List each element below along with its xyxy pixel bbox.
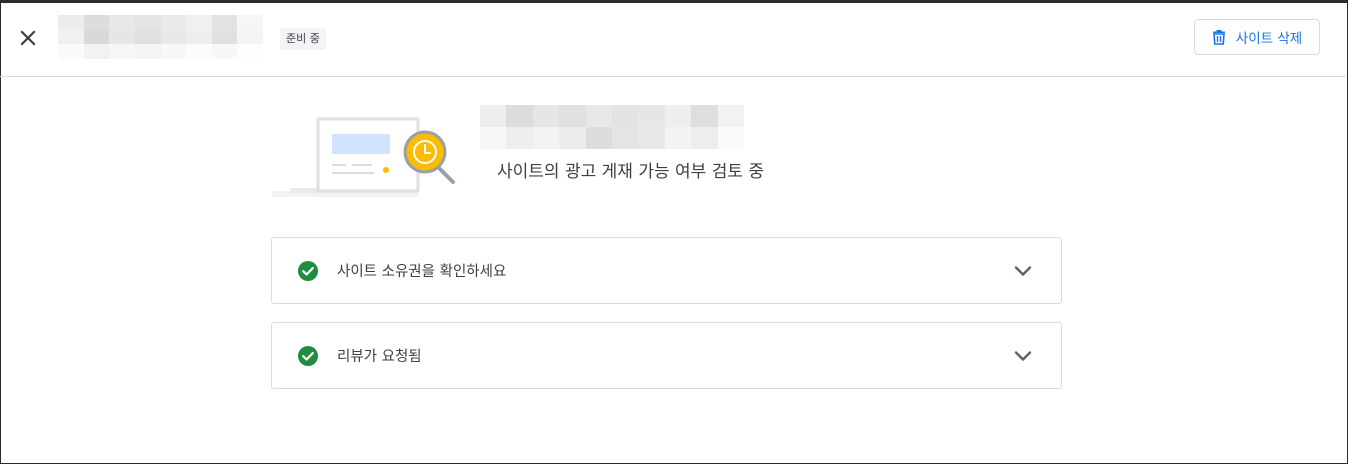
- step-label: 리뷰가 요청됨: [337, 349, 422, 365]
- site-name-redacted: [58, 15, 263, 59]
- delete-site-button[interactable]: 사이트 삭제: [1194, 19, 1320, 55]
- trash-icon: [1212, 30, 1225, 45]
- check-circle-icon: [298, 345, 318, 366]
- close-icon: [20, 30, 36, 46]
- laptop-search-illustration: [272, 117, 455, 197]
- delete-site-label: 사이트 삭제: [1235, 31, 1303, 47]
- status-badge: 준비 중: [280, 28, 326, 50]
- step-label: 사이트 소유권을 확인하세요: [337, 264, 507, 280]
- close-button[interactable]: [14, 24, 42, 52]
- review-status-hero: 사이트의 광고 게재 가능 여부 검토 중: [272, 100, 792, 200]
- step-review-requested[interactable]: 리뷰가 요청됨: [271, 322, 1062, 389]
- chevron-down-icon[interactable]: [1011, 259, 1035, 283]
- header-bar: 준비 중 사이트 삭제: [0, 0, 1346, 77]
- check-circle-icon: [298, 260, 318, 281]
- review-status-text: 사이트의 광고 게재 가능 여부 검토 중: [497, 162, 765, 182]
- site-url-redacted: [480, 105, 744, 149]
- chevron-down-icon[interactable]: [1011, 344, 1035, 368]
- step-verify-ownership[interactable]: 사이트 소유권을 확인하세요: [271, 237, 1062, 304]
